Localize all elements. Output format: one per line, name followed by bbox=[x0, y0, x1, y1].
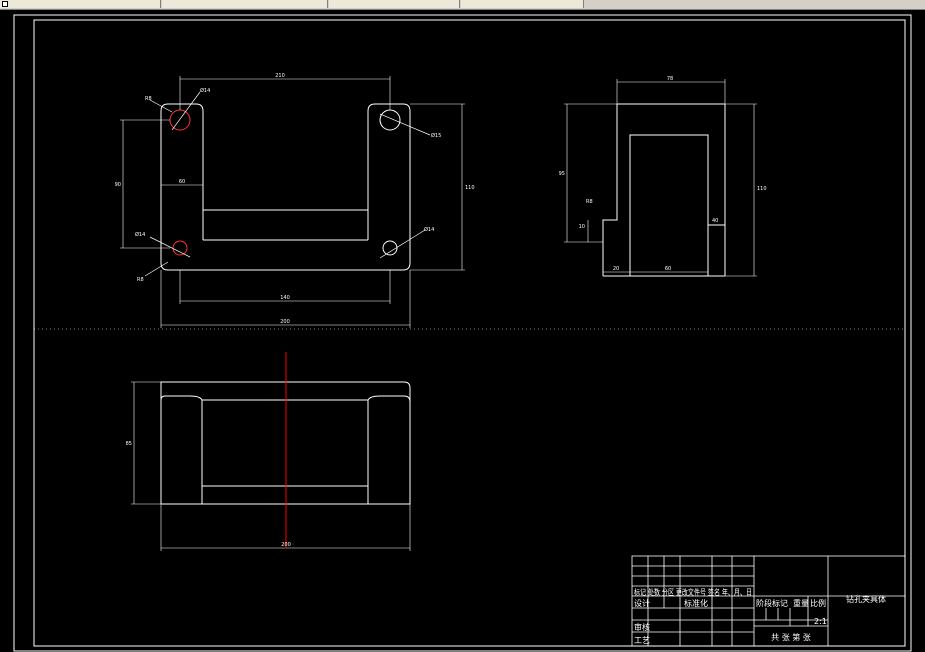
top-view bbox=[120, 76, 465, 328]
hole-bottom-left bbox=[172, 240, 188, 256]
dim-text: 60 bbox=[179, 179, 185, 185]
dim-text: 10 bbox=[579, 224, 585, 230]
dim-text: R8 bbox=[145, 96, 152, 102]
hole-top-left bbox=[169, 109, 191, 131]
sheet-inner-border bbox=[33, 19, 906, 647]
plotstyle-dropdown[interactable] bbox=[461, 0, 584, 8]
cad-application: 210 90 110 60 140 200 R8 Ø14 Ø15 Ø14 Ø14… bbox=[0, 0, 925, 652]
scale-label: 比例 bbox=[810, 598, 826, 608]
process-label: 工艺 bbox=[634, 636, 650, 645]
dim-text: 210 bbox=[275, 73, 285, 79]
hole-top-right bbox=[379, 109, 401, 131]
layer-icon bbox=[2, 1, 8, 7]
front-view-labels: 85 200 bbox=[126, 441, 291, 548]
leader bbox=[149, 236, 191, 258]
dim-text: 60 bbox=[665, 266, 671, 272]
sheets-label: 共 张 第 张 bbox=[771, 632, 811, 642]
dim-text: 85 bbox=[126, 441, 132, 447]
stage-label: 阶段标记 bbox=[756, 598, 788, 608]
dim-text: 90 bbox=[115, 182, 121, 188]
dim-text: R8 bbox=[137, 277, 144, 283]
dim-text: 78 bbox=[667, 76, 673, 82]
dim-text: 40 bbox=[712, 218, 718, 224]
part-name: 钻孔夹具体 bbox=[846, 594, 886, 604]
dim-text: 200 bbox=[281, 542, 291, 548]
dim-text: Ø14 bbox=[424, 226, 434, 233]
front-view bbox=[131, 381, 411, 551]
dim-text: 20 bbox=[613, 266, 619, 272]
revision-row: 标记 处数 分区 更改文件号 签名 年、月、日 bbox=[634, 587, 752, 597]
dim-text: 200 bbox=[280, 319, 290, 325]
dim-text: Ø14 bbox=[135, 231, 145, 238]
scale-value: 2:1 bbox=[814, 617, 827, 626]
sheet-outer-border bbox=[13, 14, 912, 652]
top-view-outline bbox=[160, 103, 411, 271]
leader bbox=[379, 229, 426, 259]
leader bbox=[379, 113, 431, 136]
review-label: 审核 bbox=[634, 622, 650, 632]
side-inner-pocket bbox=[629, 134, 709, 277]
linetype-dropdown[interactable] bbox=[162, 0, 328, 8]
side-view-labels: 78 95 110 R8 10 20 60 40 bbox=[559, 76, 767, 272]
toolbar bbox=[0, 0, 925, 10]
weight-label: 重量 bbox=[793, 598, 809, 608]
designer-label: 设计 bbox=[634, 598, 650, 608]
hole-bottom-right bbox=[382, 240, 398, 256]
lineweight-dropdown[interactable] bbox=[329, 0, 460, 8]
drawing-canvas[interactable]: 210 90 110 60 140 200 R8 Ø14 Ø15 Ø14 Ø14… bbox=[0, 10, 925, 652]
top-view-labels: 210 90 110 60 140 200 R8 Ø14 Ø15 Ø14 Ø14… bbox=[115, 73, 475, 325]
dim-text: 110 bbox=[757, 186, 767, 192]
dim-text: 95 bbox=[559, 171, 565, 177]
dim-text: 140 bbox=[280, 295, 290, 301]
side-view bbox=[564, 79, 757, 277]
dim-text: R8 bbox=[586, 199, 593, 205]
standardize-label: 标准化 bbox=[684, 598, 708, 608]
layer-dropdown[interactable] bbox=[0, 0, 161, 8]
dim-text: Ø15 bbox=[431, 132, 441, 139]
dim-text: 110 bbox=[465, 185, 475, 191]
dim-text: Ø14 bbox=[200, 87, 210, 94]
